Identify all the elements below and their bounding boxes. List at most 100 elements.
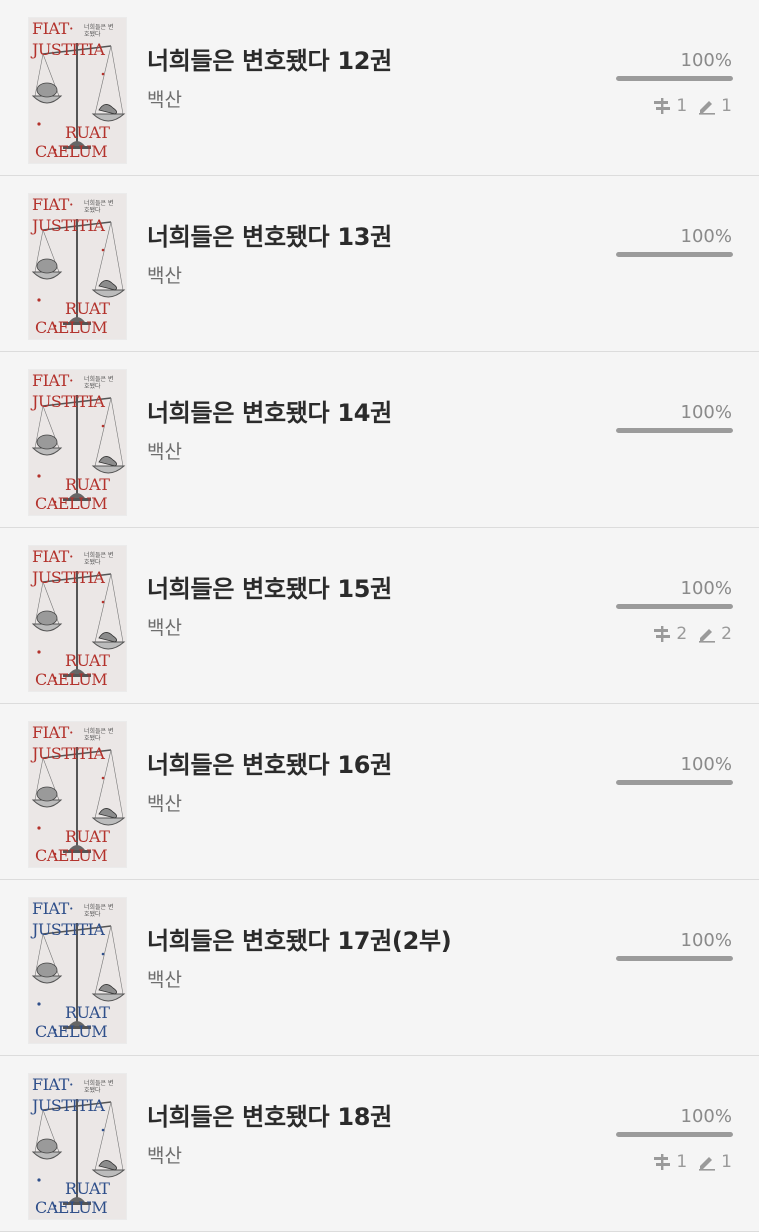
progress-bar — [616, 76, 733, 81]
pencil-icon — [697, 1153, 717, 1171]
cover-word: CAELUM — [35, 1198, 108, 1217]
cover-caption: 너희들은 변호됐다 — [84, 24, 114, 39]
progress-percent: 100% — [680, 930, 732, 951]
cover-word: JUSTITIA — [32, 744, 105, 763]
highlight-count: 2 — [676, 624, 688, 644]
progress-percent: 100% — [680, 226, 732, 247]
progress-percent: 100% — [680, 1106, 732, 1127]
cover-word: FIAT· — [32, 19, 74, 38]
cover-word: CAELUM — [35, 670, 108, 689]
cover-word: FIAT· — [32, 723, 74, 742]
cover-word: RUAT — [65, 299, 110, 318]
progress-bar-fill — [616, 956, 733, 961]
cover-word: JUSTITIA — [32, 1096, 105, 1115]
cover-caption: 너희들은 변호됐다 — [84, 728, 114, 743]
book-author: 백산 — [147, 89, 182, 111]
book-author: 백산 — [147, 969, 182, 991]
book-row[interactable]: FIAT· JUSTITIA RUAT CAELUM 너희들은 변호됐다 너희들… — [0, 352, 759, 528]
book-author: 백산 — [147, 441, 182, 463]
progress-percent: 100% — [680, 402, 732, 423]
book-author: 백산 — [147, 793, 182, 815]
book-title[interactable]: 너희들은 변호됐다 15권 — [147, 569, 392, 604]
cover-caption: 너희들은 변호됐다 — [84, 200, 114, 215]
cover-word: CAELUM — [35, 494, 108, 513]
book-row[interactable]: FIAT· JUSTITIA RUAT CAELUM 너희들은 변호됐다 너희들… — [0, 528, 759, 704]
cover-word: FIAT· — [32, 371, 74, 390]
book-author: 백산 — [147, 1145, 182, 1167]
highlight-icon — [652, 625, 672, 643]
book-row[interactable]: FIAT· JUSTITIA RUAT CAELUM 너희들은 변호됐다 너희들… — [0, 704, 759, 880]
book-author: 백산 — [147, 617, 182, 639]
note-count: 1 — [721, 96, 732, 116]
annotation-counts: 2 2 — [652, 624, 732, 644]
cover-word: FIAT· — [32, 1075, 74, 1094]
cover-caption: 너희들은 변호됐다 — [84, 1080, 114, 1095]
pencil-icon — [697, 625, 717, 643]
progress-bar — [616, 956, 733, 961]
progress-bar — [616, 428, 733, 433]
cover-caption: 너희들은 변호됐다 — [84, 376, 114, 391]
cover-word: CAELUM — [35, 142, 108, 161]
progress-bar-fill — [616, 1132, 733, 1137]
cover-caption: 너희들은 변호됐다 — [84, 552, 114, 567]
cover-word: RUAT — [65, 651, 110, 670]
cover-word: RUAT — [65, 475, 110, 494]
cover-word: FIAT· — [32, 195, 74, 214]
progress-bar — [616, 252, 733, 257]
progress-bar — [616, 780, 733, 785]
pencil-icon — [697, 97, 717, 115]
book-row[interactable]: FIAT· JUSTITIA RUAT CAELUM 너희들은 변호됐다 너희들… — [0, 1056, 759, 1232]
highlight-icon — [652, 97, 672, 115]
book-title[interactable]: 너희들은 변호됐다 14권 — [147, 393, 392, 428]
note-count: 1 — [721, 1152, 732, 1172]
cover-word: JUSTITIA — [32, 920, 105, 939]
progress-percent: 100% — [680, 754, 732, 775]
cover-word: CAELUM — [35, 318, 108, 337]
book-row[interactable]: FIAT· JUSTITIA RUAT CAELUM 너희들은 변호됐다 너희들… — [0, 880, 759, 1056]
cover-caption: 너희들은 변호됐다 — [84, 904, 114, 919]
progress-bar-fill — [616, 780, 733, 785]
progress-bar — [616, 1132, 733, 1137]
book-cover[interactable]: FIAT· JUSTITIA RUAT CAELUM 너희들은 변호됐다 — [29, 898, 126, 1043]
cover-word: RUAT — [65, 123, 110, 142]
highlight-count: 1 — [676, 96, 688, 116]
highlight-icon — [652, 1153, 672, 1171]
cover-word: FIAT· — [32, 899, 74, 918]
book-row[interactable]: FIAT· JUSTITIA RUAT CAELUM 너희들은 변호됐다 너희들… — [0, 0, 759, 176]
book-title[interactable]: 너희들은 변호됐다 17권(2부) — [147, 921, 452, 956]
cover-word: JUSTITIA — [32, 568, 105, 587]
highlight-count: 1 — [676, 1152, 688, 1172]
note-count: 2 — [721, 624, 732, 644]
book-title[interactable]: 너희들은 변호됐다 13권 — [147, 217, 392, 252]
cover-word: CAELUM — [35, 1022, 108, 1041]
cover-word: JUSTITIA — [32, 40, 105, 59]
cover-word: JUSTITIA — [32, 392, 105, 411]
progress-bar-fill — [616, 428, 733, 433]
progress-bar — [616, 604, 733, 609]
book-author: 백산 — [147, 265, 182, 287]
cover-word: JUSTITIA — [32, 216, 105, 235]
cover-word: CAELUM — [35, 846, 108, 865]
cover-word: RUAT — [65, 1179, 110, 1198]
book-list: FIAT· JUSTITIA RUAT CAELUM 너희들은 변호됐다 너희들… — [0, 0, 759, 1232]
cover-word: RUAT — [65, 1003, 110, 1022]
book-title[interactable]: 너희들은 변호됐다 18권 — [147, 1097, 392, 1132]
book-title[interactable]: 너희들은 변호됐다 16권 — [147, 745, 392, 780]
book-cover[interactable]: FIAT· JUSTITIA RUAT CAELUM 너희들은 변호됐다 — [29, 194, 126, 339]
progress-bar-fill — [616, 76, 733, 81]
progress-percent: 100% — [680, 578, 732, 599]
book-cover[interactable]: FIAT· JUSTITIA RUAT CAELUM 너희들은 변호됐다 — [29, 370, 126, 515]
cover-word: FIAT· — [32, 547, 74, 566]
book-title[interactable]: 너희들은 변호됐다 12권 — [147, 41, 392, 76]
book-cover[interactable]: FIAT· JUSTITIA RUAT CAELUM 너희들은 변호됐다 — [29, 722, 126, 867]
book-cover[interactable]: FIAT· JUSTITIA RUAT CAELUM 너희들은 변호됐다 — [29, 1074, 126, 1219]
book-cover[interactable]: FIAT· JUSTITIA RUAT CAELUM 너희들은 변호됐다 — [29, 546, 126, 691]
annotation-counts: 1 1 — [652, 1152, 732, 1172]
progress-bar-fill — [616, 252, 733, 257]
annotation-counts: 1 1 — [652, 96, 732, 116]
progress-percent: 100% — [680, 50, 732, 71]
progress-bar-fill — [616, 604, 733, 609]
cover-word: RUAT — [65, 827, 110, 846]
book-row[interactable]: FIAT· JUSTITIA RUAT CAELUM 너희들은 변호됐다 너희들… — [0, 176, 759, 352]
book-cover[interactable]: FIAT· JUSTITIA RUAT CAELUM 너희들은 변호됐다 — [29, 18, 126, 163]
